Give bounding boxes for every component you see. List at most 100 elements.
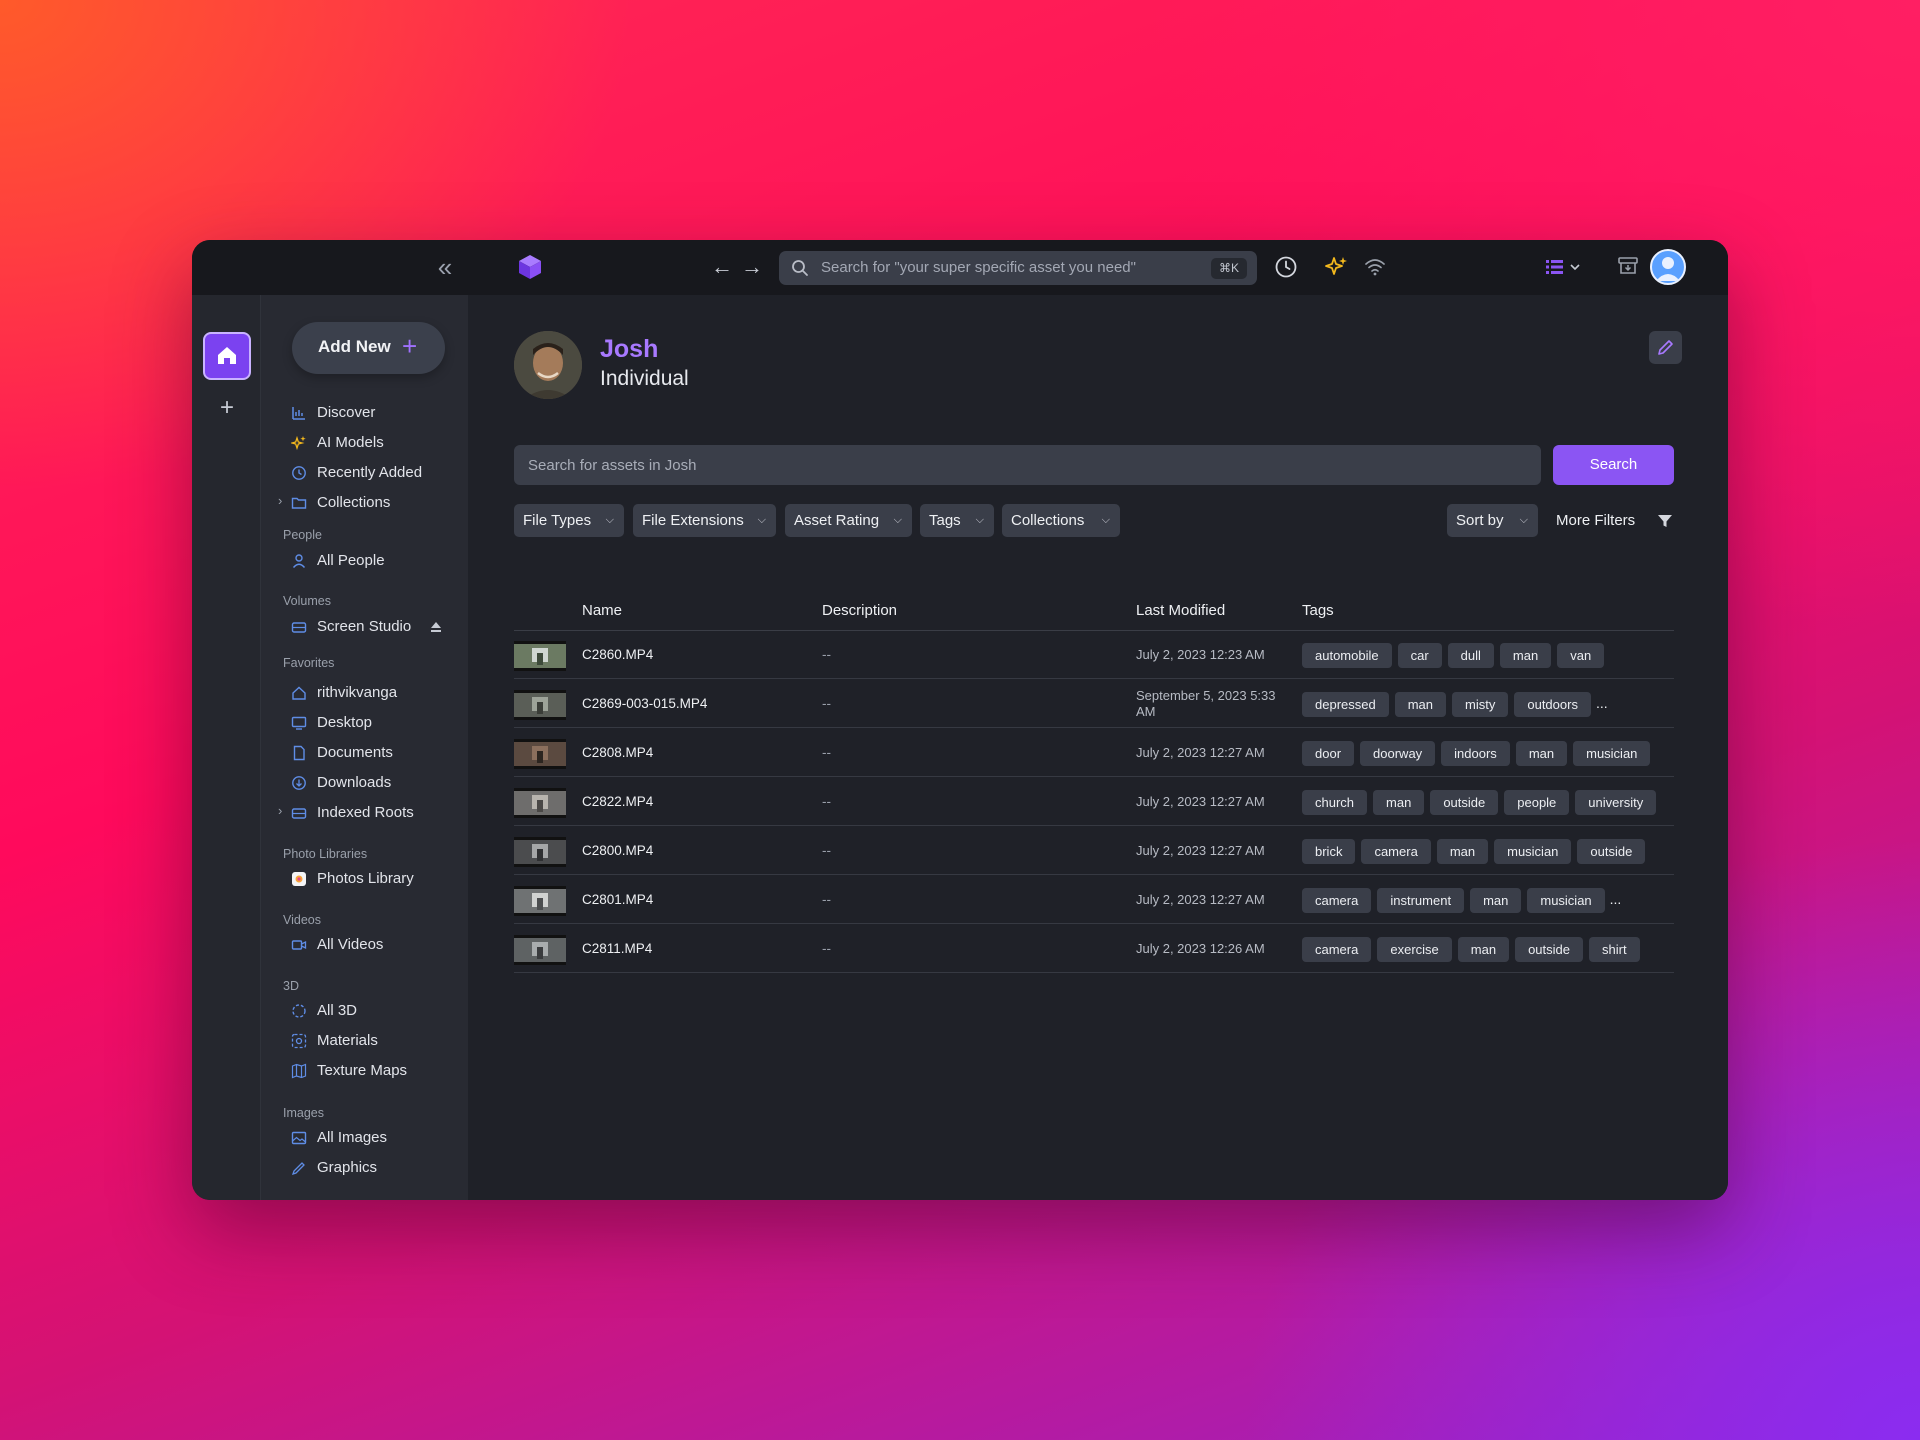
- tag-chip[interactable]: camera: [1361, 839, 1431, 864]
- more-filters-button[interactable]: More Filters: [1556, 504, 1635, 537]
- asset-name[interactable]: C2811.MP4: [582, 941, 652, 956]
- tag-chip[interactable]: university: [1575, 790, 1657, 815]
- tag-chip[interactable]: man: [1515, 741, 1568, 766]
- video-thumbnail[interactable]: [514, 690, 566, 720]
- global-search-input[interactable]: Search for "your super specific asset yo…: [779, 251, 1257, 285]
- video-thumbnail[interactable]: [514, 788, 566, 818]
- column-header-last-modified[interactable]: Last Modified: [1136, 602, 1225, 619]
- tag-chip[interactable]: musician: [1573, 741, 1651, 766]
- tag-chip[interactable]: outside: [1430, 790, 1499, 815]
- sidebar-item-graphics[interactable]: Graphics: [283, 1155, 463, 1181]
- sidebar-item-screen-studio[interactable]: Screen Studio: [283, 614, 463, 640]
- column-header-name[interactable]: Name: [582, 602, 622, 619]
- tag-chip[interactable]: doorway: [1360, 741, 1436, 766]
- eject-icon[interactable]: [429, 620, 443, 634]
- sidebar-item-desktop[interactable]: Desktop: [283, 710, 463, 736]
- column-header-description[interactable]: Description: [822, 602, 897, 619]
- tag-chip[interactable]: man: [1499, 643, 1552, 668]
- back-arrow-icon[interactable]: ←: [708, 253, 736, 281]
- video-thumbnail[interactable]: [514, 641, 566, 671]
- tag-chip[interactable]: camera: [1302, 888, 1372, 913]
- tag-chip[interactable]: dull: [1447, 643, 1494, 668]
- archive-icon[interactable]: [1616, 254, 1640, 278]
- tag-chip[interactable]: car: [1397, 643, 1442, 668]
- sidebar-item-photos-library[interactable]: Photos Library: [283, 866, 463, 892]
- sidebar-item-all-3d[interactable]: All 3D: [283, 998, 463, 1024]
- sidebar-item-discover[interactable]: Discover: [283, 400, 463, 426]
- filter-file-types[interactable]: File Types ⌵: [514, 504, 624, 537]
- chevron-right-icon[interactable]: ›: [278, 803, 282, 818]
- tag-chip[interactable]: brick: [1302, 839, 1356, 864]
- tag-chip[interactable]: man: [1436, 839, 1489, 864]
- filter-file-extensions[interactable]: File Extensions ⌵: [633, 504, 776, 537]
- sidebar-item-all-images[interactable]: All Images: [283, 1125, 463, 1151]
- video-thumbnail[interactable]: [514, 886, 566, 916]
- sidebar-item-rithvikvanga[interactable]: rithvikvanga: [283, 680, 463, 706]
- video-thumbnail[interactable]: [514, 837, 566, 867]
- sidebar-item-all-people[interactable]: All People: [283, 548, 463, 574]
- tag-chip[interactable]: indoors: [1441, 741, 1510, 766]
- tag-chip[interactable]: depressed: [1302, 692, 1389, 717]
- tag-chip[interactable]: man: [1470, 888, 1522, 913]
- tag-chip[interactable]: door: [1302, 741, 1355, 766]
- table-row[interactable]: C2800.MP4 -- July 2, 2023 12:27 AM brick cam…: [514, 827, 1674, 875]
- wifi-icon[interactable]: [1362, 254, 1388, 280]
- sidebar-item-downloads[interactable]: Downloads: [283, 770, 463, 796]
- table-row[interactable]: C2811.MP4 -- July 2, 2023 12:26 AM camera ex…: [514, 925, 1674, 973]
- tag-chip[interactable]: shirt: [1589, 937, 1640, 962]
- table-row[interactable]: C2801.MP4 -- July 2, 2023 12:27 AM camera in…: [514, 876, 1674, 924]
- tag-chip[interactable]: instrument: [1377, 888, 1465, 913]
- filter-asset-rating[interactable]: Asset Rating ⌵: [785, 504, 912, 537]
- edit-person-button[interactable]: [1649, 331, 1682, 364]
- more-tags-indicator[interactable]: ...: [1596, 692, 1608, 714]
- sidebar-item-documents[interactable]: Documents: [283, 740, 463, 766]
- tag-chip[interactable]: man: [1457, 937, 1510, 962]
- asset-name[interactable]: C2860.MP4: [582, 647, 653, 662]
- sort-by-dropdown[interactable]: Sort by ⌵: [1447, 504, 1538, 537]
- asset-name[interactable]: C2869-003-015.MP4: [582, 696, 707, 711]
- sidebar-item-indexed-roots[interactable]: › Indexed Roots: [278, 800, 463, 826]
- filter-collections[interactable]: Collections ⌵: [1002, 504, 1120, 537]
- table-row[interactable]: C2808.MP4 -- July 2, 2023 12:27 AM door door…: [514, 729, 1674, 777]
- video-thumbnail[interactable]: [514, 935, 566, 965]
- search-button[interactable]: Search: [1553, 445, 1674, 485]
- chevron-right-icon[interactable]: ›: [278, 493, 282, 508]
- tag-chip[interactable]: outside: [1515, 937, 1583, 962]
- table-row[interactable]: C2869-003-015.MP4 -- September 5, 2023 5:3…: [514, 680, 1674, 728]
- column-header-tags[interactable]: Tags: [1302, 602, 1334, 619]
- sidebar-item-all-videos[interactable]: All Videos: [283, 932, 463, 958]
- tag-chip[interactable]: exercise: [1377, 937, 1452, 962]
- sidebar-item-texture-maps[interactable]: Texture Maps: [283, 1058, 463, 1084]
- tag-chip[interactable]: automobile: [1302, 643, 1392, 668]
- sidebar-item-materials[interactable]: Materials: [283, 1028, 463, 1054]
- add-workspace-button[interactable]: +: [214, 395, 240, 421]
- app-logo-icon[interactable]: [516, 253, 544, 281]
- add-new-button[interactable]: Add New +: [292, 322, 445, 374]
- sidebar-item-ai-models[interactable]: AI Models: [283, 430, 463, 456]
- asset-name[interactable]: C2800.MP4: [582, 843, 653, 858]
- forward-arrow-icon[interactable]: →: [738, 253, 766, 281]
- filter-tags[interactable]: Tags ⌵: [920, 504, 994, 537]
- tag-chip[interactable]: musician: [1527, 888, 1605, 913]
- filter-funnel-icon[interactable]: [1657, 513, 1673, 529]
- list-view-icon[interactable]: [1544, 256, 1586, 278]
- history-icon[interactable]: [1273, 254, 1299, 280]
- tag-chip[interactable]: man: [1394, 692, 1447, 717]
- ai-sparkle-icon[interactable]: [1323, 254, 1349, 280]
- tag-chip[interactable]: outside: [1577, 839, 1646, 864]
- user-avatar[interactable]: [1650, 249, 1686, 285]
- asset-search-input[interactable]: Search for assets in Josh: [514, 445, 1541, 485]
- tag-chip[interactable]: church: [1302, 790, 1368, 815]
- table-row[interactable]: C2860.MP4 -- July 2, 2023 12:23 AM automobi…: [514, 631, 1674, 679]
- sidebar-item-collections[interactable]: › Collections: [278, 490, 463, 516]
- asset-name[interactable]: C2822.MP4: [582, 794, 653, 809]
- tag-chip[interactable]: musician: [1494, 839, 1572, 864]
- home-workspace-button[interactable]: [203, 332, 251, 380]
- tag-chip[interactable]: camera: [1302, 937, 1372, 962]
- tag-chip[interactable]: misty: [1452, 692, 1509, 717]
- tag-chip[interactable]: people: [1504, 790, 1570, 815]
- collapse-sidebar-icon[interactable]: «: [430, 253, 460, 283]
- video-thumbnail[interactable]: [514, 739, 566, 769]
- more-tags-indicator[interactable]: ...: [1610, 888, 1622, 910]
- asset-name[interactable]: C2808.MP4: [582, 745, 653, 760]
